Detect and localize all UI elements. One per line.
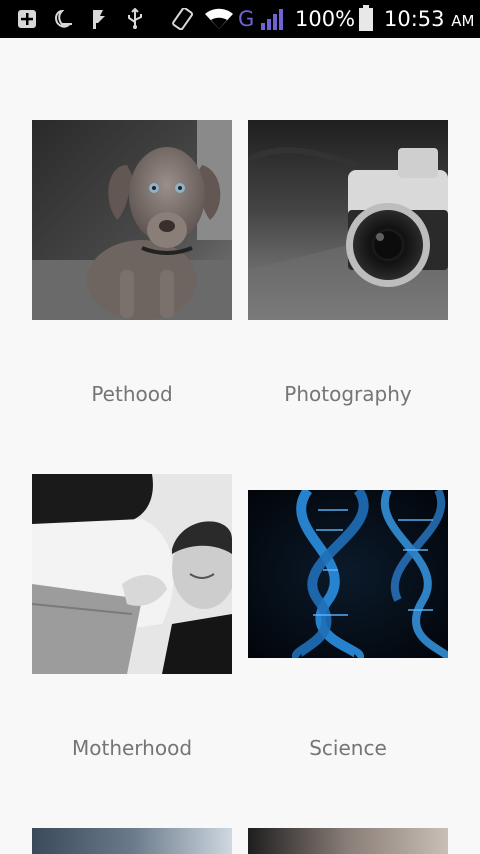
clock: 10:53 AM [384,6,474,34]
status-bar: G 100% 10:53 AM [0,0,480,38]
wifi-icon [205,8,233,29]
category-image-photography[interactable] [248,120,448,320]
network-type-label: G [238,7,255,31]
clock-ampm: AM [451,12,475,30]
category-image-next-1[interactable] [32,828,232,854]
add-box-icon [18,10,36,28]
battery-icon [359,5,373,31]
moon-icon [54,9,72,28]
category-label-pethood[interactable]: Pethood [32,382,232,406]
category-image-motherhood[interactable] [32,474,232,674]
screen-rotation-icon [172,8,194,30]
category-image-next-2[interactable] [248,828,448,854]
flag-icon [93,10,105,29]
category-label-photography[interactable]: Photography [248,382,448,406]
usb-icon [128,8,142,29]
battery-percent: 100% [295,7,356,31]
signal-icon [261,9,283,30]
camera-photo [248,120,448,320]
dog-photo [32,120,232,320]
category-label-science[interactable]: Science [248,736,448,760]
category-image-science[interactable] [248,490,448,658]
clock-time: 10:53 [384,7,445,31]
category-image-pethood[interactable] [32,120,232,320]
couple-belly-photo [32,474,232,674]
dna-helix-photo [248,490,448,658]
category-label-motherhood[interactable]: Motherhood [32,736,232,760]
